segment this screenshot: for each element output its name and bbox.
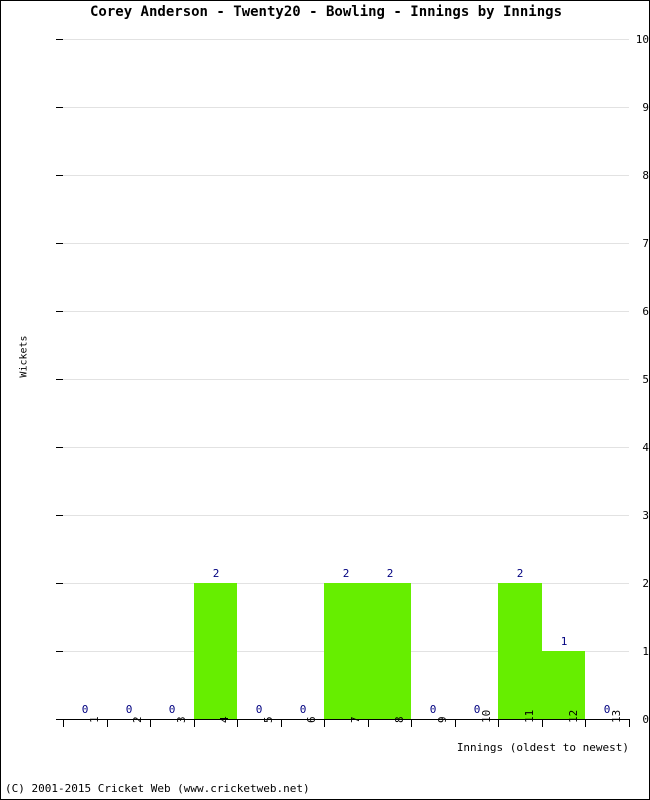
y-axis-tick-label: 5 <box>642 373 649 386</box>
y-axis-tick <box>56 583 63 584</box>
y-axis-tick-label: 3 <box>642 509 649 522</box>
y-axis-tick <box>56 107 63 108</box>
gridline <box>63 175 629 176</box>
x-axis-tick-label: 1 <box>88 716 101 723</box>
x-axis-tick <box>237 720 238 727</box>
bar-value-label: 0 <box>429 703 437 716</box>
chart-page: Corey Anderson - Twenty20 - Bowling - In… <box>0 0 650 800</box>
x-axis-tick-label: 13 <box>610 709 623 723</box>
x-axis-tick-label: 9 <box>436 716 449 723</box>
bar-value-label: 1 <box>560 635 568 648</box>
bar-value-label: 0 <box>81 703 89 716</box>
y-axis-tick <box>56 719 63 720</box>
x-axis-tick-label: 3 <box>175 716 188 723</box>
x-axis-tick <box>411 720 412 727</box>
x-axis-tick <box>107 720 108 727</box>
x-axis-tick-label: 5 <box>262 716 275 723</box>
x-axis-tick <box>150 720 151 727</box>
y-axis-tick-label: 8 <box>642 169 649 182</box>
y-axis-tick-label: 10 <box>635 33 649 46</box>
page-title: Corey Anderson - Twenty20 - Bowling - In… <box>89 4 562 20</box>
x-axis-tick-label: 10 <box>480 709 493 723</box>
x-axis-tick <box>281 720 282 727</box>
gridline <box>63 243 629 244</box>
bar-value-label: 2 <box>386 567 394 580</box>
gridline <box>63 447 629 448</box>
x-axis-tick <box>368 720 369 727</box>
bar-value-label: 0 <box>299 703 307 716</box>
gridline <box>63 107 629 108</box>
y-axis-tick-label: 7 <box>642 237 649 250</box>
x-axis-tick <box>585 720 586 727</box>
plot-area: 0002002200210 <box>63 39 629 719</box>
y-axis-label: Wickets <box>18 335 30 378</box>
x-axis-tick <box>324 720 325 727</box>
y-axis-tick-label: 2 <box>642 577 649 590</box>
bar-value-label: 0 <box>168 703 176 716</box>
y-axis-tick <box>56 39 63 40</box>
y-axis-tick <box>56 311 63 312</box>
bar-value-label: 2 <box>516 567 524 580</box>
bar-value-label: 0 <box>255 703 263 716</box>
x-axis-tick-label: 4 <box>218 716 231 723</box>
y-axis-tick-label: 9 <box>642 101 649 114</box>
x-axis-tick <box>498 720 499 727</box>
x-axis-tick <box>455 720 456 727</box>
y-axis-tick <box>56 379 63 380</box>
x-axis-label: Innings (oldest to newest) <box>456 741 629 754</box>
gridline <box>63 311 629 312</box>
bar-value-label: 2 <box>342 567 350 580</box>
x-axis-tick-label: 6 <box>305 716 318 723</box>
gridline <box>63 39 629 40</box>
x-axis-tick-label: 8 <box>393 716 406 723</box>
copyright-footer: (C) 2001-2015 Cricket Web (www.cricketwe… <box>5 782 310 795</box>
y-axis-tick <box>56 175 63 176</box>
x-axis-tick-label: 12 <box>567 709 580 723</box>
bar-value-label: 0 <box>125 703 133 716</box>
y-axis-tick <box>56 651 63 652</box>
y-axis-tick-label: 4 <box>642 441 649 454</box>
gridline <box>63 379 629 380</box>
x-axis-tick <box>63 720 64 727</box>
x-axis-line <box>63 719 630 720</box>
x-axis-tick-label: 7 <box>349 716 362 723</box>
gridline <box>63 515 629 516</box>
bar[interactable] <box>324 583 368 719</box>
x-axis-tick-label: 2 <box>131 716 144 723</box>
y-axis-tick <box>56 515 63 516</box>
y-axis-tick-label: 1 <box>642 645 649 658</box>
bar[interactable] <box>194 583 237 719</box>
y-axis-tick-label: 6 <box>642 305 649 318</box>
bar[interactable] <box>498 583 542 719</box>
y-axis-tick <box>56 243 63 244</box>
x-axis-tick <box>194 720 195 727</box>
x-axis-tick-label: 11 <box>523 709 536 723</box>
bar-value-label: 2 <box>212 567 220 580</box>
x-axis-tick <box>629 720 630 727</box>
x-axis-tick <box>542 720 543 727</box>
y-axis-tick <box>56 447 63 448</box>
bar[interactable] <box>368 583 411 719</box>
